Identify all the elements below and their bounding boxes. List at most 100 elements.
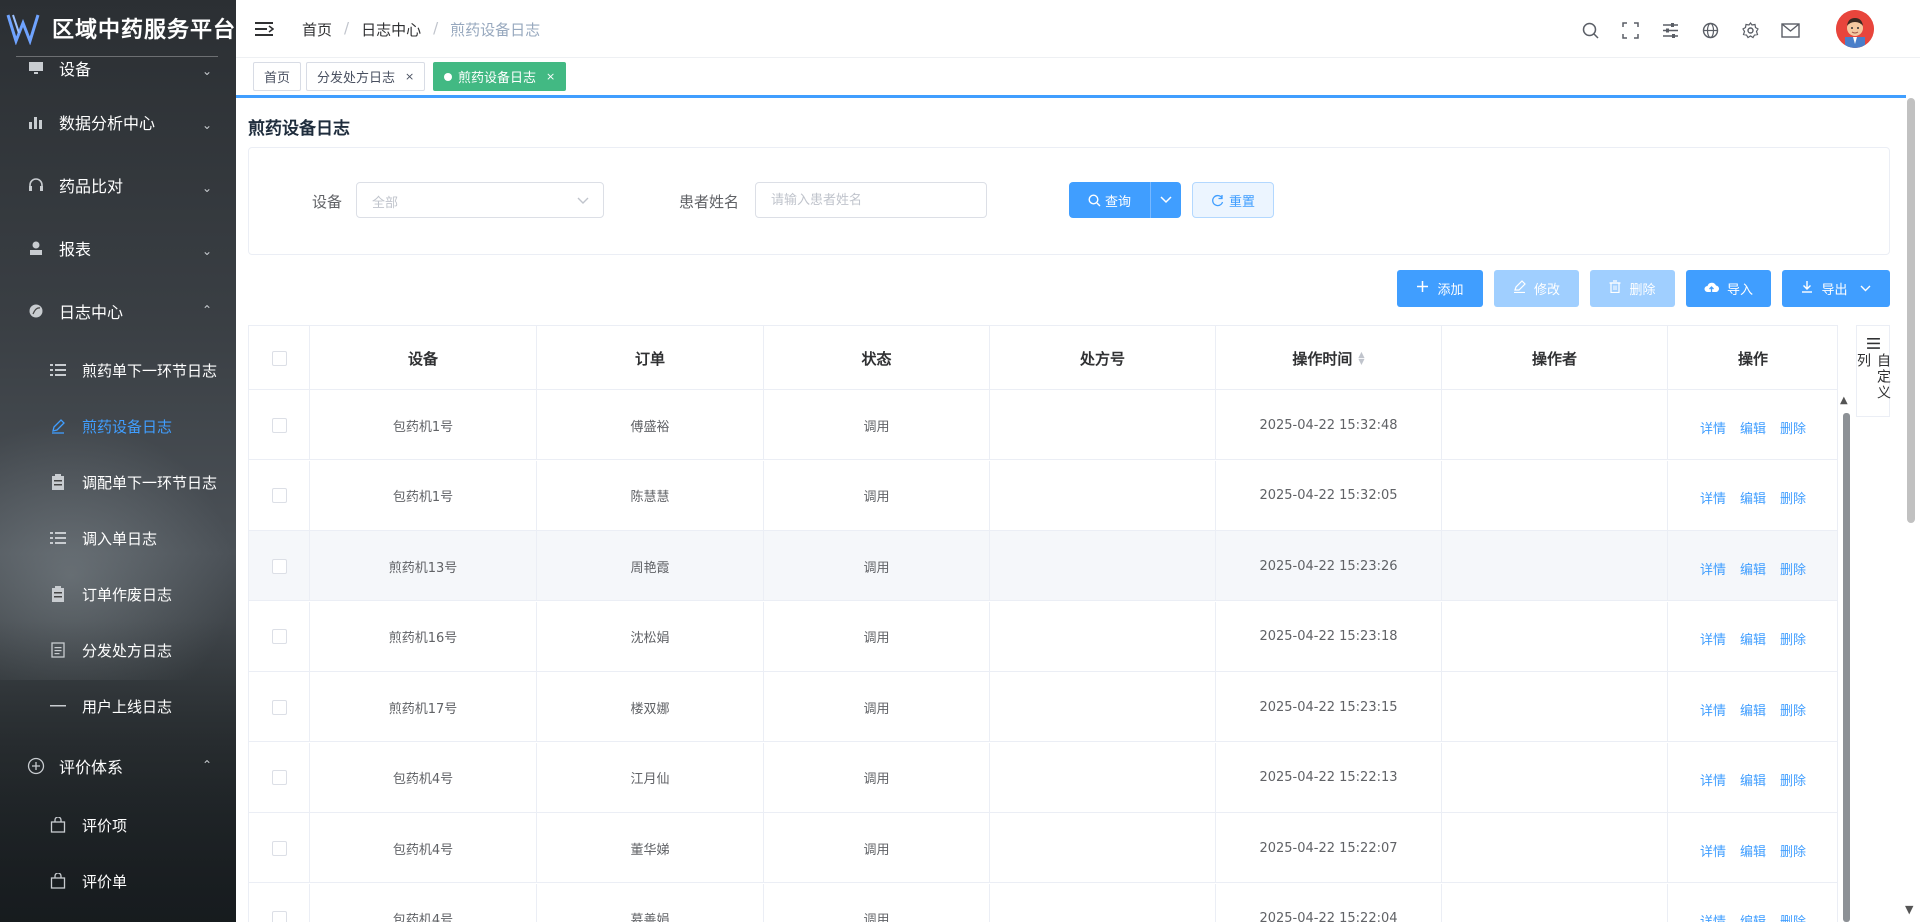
table-row[interactable]: 包药机1号 陈慧慧 调用 2025-04-22 15:32:05 详情 编辑 删除	[249, 460, 1837, 531]
hamburger-icon[interactable]	[254, 19, 275, 39]
row-checkbox[interactable]	[271, 629, 287, 644]
edit-link[interactable]: 编辑	[1740, 907, 1766, 922]
detail-link[interactable]: 详情	[1700, 837, 1726, 860]
detail-link[interactable]: 详情	[1700, 696, 1726, 719]
delete-link[interactable]: 删除	[1780, 555, 1806, 578]
custom-columns-button[interactable]: 自定义列	[1855, 325, 1891, 417]
edit-link[interactable]: 编辑	[1740, 625, 1766, 648]
sidebar-item-log-center[interactable]: 日志中心 ⌃	[0, 279, 236, 342]
cell-operator	[1442, 531, 1668, 601]
table-row[interactable]: 包药机4号 董华娣 调用 2025-04-22 15:22:07 详情 编辑 删除	[249, 813, 1837, 883]
sidebar-subitem-transfer-in-log[interactable]: 调入单日志	[0, 510, 236, 566]
import-button[interactable]: 导入	[1686, 270, 1771, 307]
sidebar-subitem-order-void-log[interactable]: 订单作废日志	[0, 566, 236, 622]
table-row[interactable]: 包药机4号慕善娟调用 2025-04-22 15:22:04 详情编辑删除	[249, 883, 1837, 922]
avatar[interactable]	[1836, 10, 1874, 48]
edit-link[interactable]: 编辑	[1740, 766, 1766, 789]
query-button[interactable]: 查询	[1069, 182, 1150, 218]
reset-button[interactable]: 重置	[1192, 182, 1274, 218]
detail-link[interactable]: 详情	[1700, 625, 1726, 648]
sidebar-item-label: 报表	[59, 239, 92, 259]
sidebar-subitem-label: 评价单	[82, 872, 128, 891]
close-icon[interactable]: ×	[405, 70, 414, 83]
delete-link[interactable]: 删除	[1780, 766, 1806, 789]
chevron-down-icon: ⌄	[201, 180, 212, 195]
sidebar-subitem-dispense-next-log[interactable]: 调配单下一环节日志	[0, 454, 236, 510]
add-button[interactable]: 添加	[1397, 270, 1483, 307]
detail-link[interactable]: 详情	[1700, 414, 1726, 437]
edit-link[interactable]: 编辑	[1740, 555, 1766, 578]
row-checkbox[interactable]	[271, 840, 287, 856]
sidebar-item-evaluation[interactable]: 评价体系 ⌃	[0, 734, 236, 797]
select-all-checkbox[interactable]	[271, 350, 287, 366]
breadcrumb-log-center[interactable]: 日志中心	[361, 19, 421, 40]
edit-button[interactable]: 修改	[1494, 270, 1579, 307]
sidebar-item-drug-compare[interactable]: 药品比对 ⌄	[0, 153, 236, 216]
mail-icon[interactable]	[1780, 20, 1800, 40]
row-checkbox[interactable]	[271, 417, 287, 433]
search-form: 设备 全部 患者姓名 查询 重置	[248, 147, 1890, 255]
column-header-order: 订单	[537, 326, 764, 390]
detail-link[interactable]: 详情	[1700, 555, 1726, 578]
search-icon[interactable]	[1580, 20, 1600, 40]
delete-link[interactable]: 删除	[1780, 625, 1806, 648]
breadcrumb-home[interactable]: 首页	[302, 19, 332, 40]
edit-link[interactable]: 编辑	[1740, 414, 1766, 437]
row-checkbox[interactable]	[271, 488, 287, 503]
page-scrollbar-thumb[interactable]	[1907, 98, 1915, 523]
edit-link[interactable]: 编辑	[1740, 696, 1766, 719]
sidebar-subitem-distribute-rx-log[interactable]: 分发处方日志	[0, 622, 236, 678]
delete-link[interactable]: 删除	[1780, 907, 1806, 922]
cell-status: 调用	[764, 601, 990, 672]
tag-home[interactable]: 首页	[253, 62, 302, 91]
delete-link[interactable]: 删除	[1780, 837, 1806, 860]
delete-link[interactable]: 删除	[1780, 414, 1806, 437]
table-scrollbar-thumb[interactable]	[1843, 413, 1850, 922]
edit-link[interactable]: 编辑	[1740, 837, 1766, 860]
sidebar-subitem-user-online-log[interactable]: 用户上线日志	[0, 678, 236, 734]
row-checkbox[interactable]	[271, 770, 287, 785]
delete-button[interactable]: 删除	[1590, 270, 1675, 307]
sidebar-item-label: 日志中心	[59, 302, 124, 322]
cell-actions: 详情编辑删除	[1668, 390, 1837, 460]
close-icon[interactable]: ×	[546, 70, 555, 83]
tag-distribute-rx-log[interactable]: 分发处方日志 ×	[306, 62, 426, 91]
sidebar-subitem-eval-form[interactable]: 评价单	[0, 853, 236, 909]
sidebar-subitem-decoct-next-log[interactable]: 煎药单下一环节日志	[0, 342, 236, 398]
detail-link[interactable]: 详情	[1700, 907, 1726, 922]
cell-operator	[1442, 390, 1668, 460]
sidebar-subitem-decoct-device-log[interactable]: 煎药设备日志	[0, 398, 236, 454]
patient-name-input[interactable]	[755, 182, 987, 218]
scroll-up-arrow-icon[interactable]: ▲	[1840, 395, 1848, 406]
row-checkbox[interactable]	[271, 558, 287, 574]
table-row[interactable]: 包药机4号 江月仙 调用 2025-04-22 15:22:13 详情 编辑 删除	[249, 742, 1837, 813]
globe-icon[interactable]	[1700, 20, 1720, 40]
table-row[interactable]: 煎药机16号 沈松娟 调用 2025-04-22 15:23:18 详情 编辑 删除	[249, 601, 1837, 672]
settings-sliders-icon[interactable]	[1660, 20, 1680, 40]
delete-link[interactable]: 删除	[1780, 484, 1806, 507]
table-row[interactable]: 煎药机13号 周艳霞 调用 2025-04-22 15:23:26 详情 编辑 删除	[249, 531, 1837, 601]
sidebar-subitem-label: 分发处方日志	[82, 641, 173, 660]
detail-link[interactable]: 详情	[1700, 766, 1726, 789]
tag-decoct-device-log[interactable]: 煎药设备日志 ×	[433, 62, 567, 91]
device-select[interactable]: 全部	[356, 182, 604, 218]
row-checkbox[interactable]	[271, 699, 287, 715]
sidebar-item-device[interactable]: 设备 ⌄	[0, 46, 236, 90]
sort-icon[interactable]: ▲ ▼	[1358, 351, 1364, 366]
sidebar-item-report[interactable]: 报表 ⌄	[0, 216, 236, 279]
query-dropdown-button[interactable]	[1150, 182, 1181, 218]
table-row[interactable]: 包药机1号 傅盛裕 调用 2025-04-22 15:32:48 详情 编辑 删除	[249, 390, 1837, 460]
fullscreen-icon[interactable]	[1620, 20, 1640, 40]
delete-link[interactable]: 删除	[1780, 696, 1806, 719]
sidebar-subitem-eval-item[interactable]: 评价项	[0, 797, 236, 853]
table-row[interactable]: 煎药机17号 楼双娜 调用 2025-04-22 15:23:15 详情 编辑 删除	[249, 672, 1837, 742]
export-button[interactable]: 导出	[1782, 270, 1890, 307]
gear-icon[interactable]	[1740, 20, 1760, 40]
detail-link[interactable]: 详情	[1700, 484, 1726, 507]
scroll-down-arrow-icon[interactable]: ▼	[1905, 903, 1913, 916]
row-checkbox[interactable]	[271, 911, 287, 922]
sidebar-item-data-analysis[interactable]: 数据分析中心 ⌄	[0, 90, 236, 153]
edit-link[interactable]: 编辑	[1740, 484, 1766, 507]
sidebar-item-label: 数据分析中心	[59, 113, 156, 133]
column-header-op-time[interactable]: 操作时间 ▲ ▼	[1216, 326, 1442, 390]
